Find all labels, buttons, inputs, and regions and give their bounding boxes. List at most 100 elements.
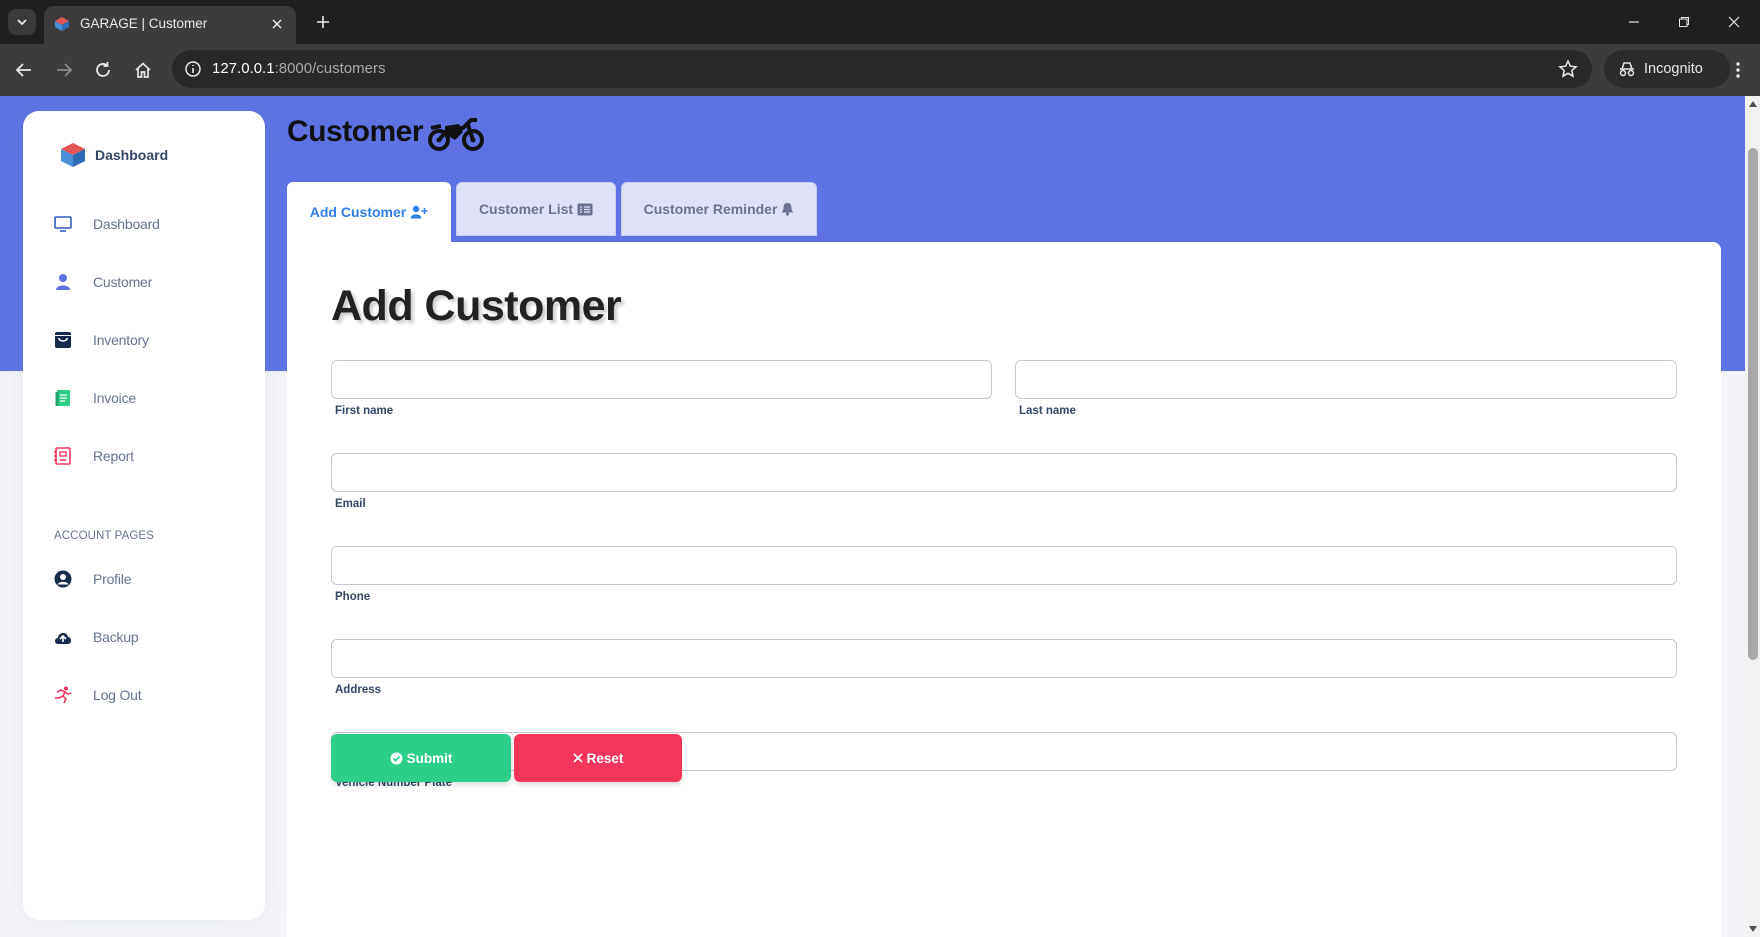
url-path: :8000/customers: [274, 60, 386, 77]
first-name-input[interactable]: [331, 360, 992, 399]
report-icon: [53, 446, 73, 466]
cloud-upload-icon: [53, 627, 73, 647]
last-name-label: Last name: [1019, 405, 1076, 417]
brand-link[interactable]: Dashboard: [59, 141, 168, 169]
browser-menu-button[interactable]: [1726, 58, 1750, 82]
tab-customer-reminder[interactable]: Customer Reminder: [621, 182, 817, 236]
arrow-right-icon: [57, 63, 73, 77]
sidebar-item-label: Inventory: [93, 332, 149, 348]
sidebar-item-label: Customer: [93, 274, 153, 290]
scroll-up-arrow-icon[interactable]: [1748, 100, 1758, 108]
submit-label: Submit: [406, 750, 453, 766]
minimize-button[interactable]: [1624, 12, 1644, 32]
url-text: 127.0.0.1:8000/customers: [212, 60, 385, 77]
user-icon: [53, 272, 73, 292]
incognito-indicator[interactable]: Incognito: [1604, 50, 1730, 88]
form-heading: Add Customer: [331, 282, 622, 330]
browser-tab[interactable]: GARAGE | Customer: [44, 6, 296, 44]
tab-label: Customer Reminder: [643, 201, 778, 217]
garage-favicon-icon: [54, 16, 70, 37]
sidebar-item-label: Invoice: [93, 390, 136, 406]
email-input[interactable]: [331, 453, 1677, 492]
address-group: Address: [331, 639, 1677, 696]
list-card-icon: [577, 203, 593, 215]
document-icon: [53, 388, 73, 408]
last-name-group: Last name: [1015, 360, 1677, 417]
page-viewport: Dashboard Dashboard Customer Inventory I…: [0, 96, 1745, 937]
bag-icon: [53, 330, 73, 350]
sidebar-item-profile[interactable]: Profile: [53, 565, 253, 593]
forward-button[interactable]: [52, 58, 76, 82]
restore-button[interactable]: [1674, 12, 1694, 32]
submit-button[interactable]: Submit: [331, 734, 511, 782]
tab-label: Add Customer: [309, 204, 407, 220]
address-input[interactable]: [331, 639, 1677, 678]
sidebar: Dashboard Dashboard Customer Inventory I…: [23, 111, 265, 920]
minimize-icon: [1629, 21, 1639, 23]
garage-logo-icon: [61, 143, 85, 167]
brand-text: Dashboard: [95, 147, 169, 163]
plus-icon: [317, 16, 329, 28]
close-icon[interactable]: [268, 15, 286, 33]
sidebar-item-invoice[interactable]: Invoice: [53, 384, 253, 412]
email-label: Email: [335, 498, 366, 510]
address-label: Address: [335, 684, 382, 696]
page-title: Customer: [287, 110, 485, 154]
scroll-down-arrow-icon[interactable]: [1748, 925, 1758, 933]
sidebar-item-label: Backup: [93, 629, 139, 645]
page-title-text: Customer: [287, 115, 424, 148]
browser-toolbar: 127.0.0.1:8000/customers Incognito: [0, 44, 1760, 96]
incognito-icon: [1619, 62, 1635, 77]
check-circle-icon: [390, 752, 403, 764]
running-icon: [53, 685, 73, 705]
arrow-left-icon: [15, 63, 31, 77]
sidebar-item-backup[interactable]: Backup: [53, 623, 253, 651]
chevron-down-icon: [17, 19, 27, 26]
restore-icon: [1679, 17, 1689, 27]
profile-icon: [53, 569, 73, 589]
monitor-icon: [53, 214, 73, 234]
browser-tab-title: GARAGE | Customer: [80, 16, 208, 31]
sidebar-item-inventory[interactable]: Inventory: [53, 326, 253, 354]
phone-group: Phone: [331, 546, 1677, 603]
bookmark-star-icon[interactable]: [1558, 59, 1578, 84]
tab-customer-list[interactable]: Customer List: [456, 182, 616, 236]
first-name-group: First name: [331, 360, 992, 417]
motorcycle-icon: [428, 118, 485, 151]
sidebar-item-label: Dashboard: [93, 216, 160, 232]
sidebar-item-label: Log Out: [93, 687, 142, 703]
close-icon: [1728, 16, 1740, 28]
close-icon: [572, 753, 583, 763]
incognito-label: Incognito: [1644, 61, 1703, 77]
sidebar-item-customer[interactable]: Customer: [53, 268, 253, 296]
reload-icon: [96, 62, 110, 77]
home-button[interactable]: [131, 58, 155, 82]
email-group: Email: [331, 453, 1677, 510]
sidebar-item-dashboard[interactable]: Dashboard: [53, 210, 253, 238]
reset-button[interactable]: Reset: [514, 734, 682, 782]
sidebar-item-report[interactable]: Report: [53, 442, 253, 470]
sidebar-item-label: Report: [93, 448, 134, 464]
section-heading-account: ACCOUNT PAGES: [54, 530, 154, 542]
site-info-icon[interactable]: [184, 60, 202, 83]
last-name-input[interactable]: [1015, 360, 1677, 399]
url-host: 127.0.0.1: [212, 60, 275, 77]
first-name-label: First name: [335, 405, 394, 417]
user-plus-icon: [410, 205, 428, 219]
phone-input[interactable]: [331, 546, 1677, 585]
browser-tabstrip: GARAGE | Customer: [0, 0, 1760, 44]
sidebar-item-label: Profile: [93, 571, 132, 587]
tab-label: Customer List: [478, 201, 574, 217]
tab-add-customer[interactable]: Add Customer: [287, 182, 451, 242]
page-scrollbar[interactable]: [1745, 96, 1760, 937]
phone-label: Phone: [335, 591, 371, 603]
sidebar-item-logout[interactable]: Log Out: [53, 681, 253, 709]
home-icon: [135, 62, 151, 78]
scrollbar-thumb[interactable]: [1748, 148, 1758, 660]
address-bar[interactable]: 127.0.0.1:8000/customers: [172, 50, 1592, 88]
tab-search-button[interactable]: [8, 9, 36, 35]
window-close-button[interactable]: [1724, 12, 1744, 32]
new-tab-button[interactable]: [312, 11, 334, 33]
reload-button[interactable]: [91, 58, 115, 82]
back-button[interactable]: [12, 58, 36, 82]
